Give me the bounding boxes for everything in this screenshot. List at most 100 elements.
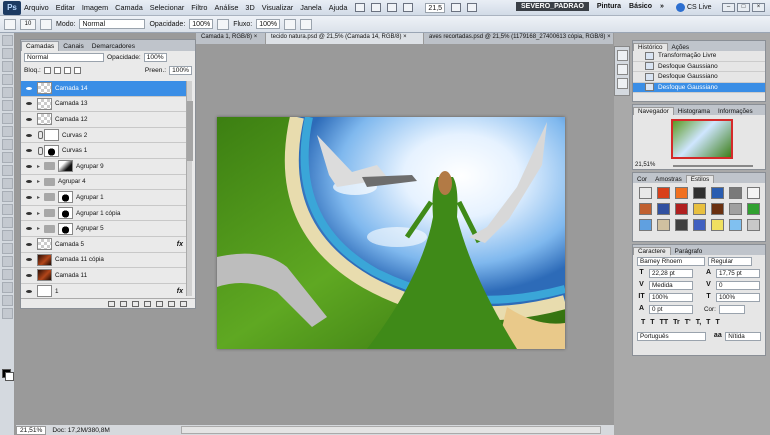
layer-row[interactable]: ▸ Agrupar 9 [21,159,187,175]
layer-style-icon[interactable] [120,300,127,307]
crop-tool-icon[interactable] [2,87,13,98]
tab-navegador[interactable]: Navegador [633,107,674,115]
tab-camadas[interactable]: Camadas [21,41,60,51]
marquee-tool-icon[interactable] [2,48,13,59]
tab-histograma[interactable]: Histograma [674,108,714,115]
menu-janela[interactable]: Janela [300,3,322,12]
language-select[interactable]: Português [637,331,707,341]
tab-caractere[interactable]: Caractere [633,247,671,255]
type-style-button[interactable]: T' [685,319,691,326]
layer-effects-icon[interactable]: fx [177,241,183,248]
layer-row[interactable]: Camada 13 [21,97,187,113]
blend-mode-select[interactable]: Normal [24,53,104,62]
mode-select[interactable]: Normal [79,19,146,29]
style-swatch[interactable] [693,203,706,215]
history-brush-tool-icon[interactable] [2,152,13,163]
layer-scrollbar[interactable] [186,81,193,296]
visibility-eye-icon[interactable] [24,239,34,249]
style-swatch[interactable] [675,203,688,215]
cs-live[interactable]: CS Live [676,3,712,12]
style-swatch[interactable] [639,203,652,215]
font-family-select[interactable]: Barney Rhoem [637,256,705,266]
expand-group-icon[interactable]: ▸ [37,163,44,170]
extras-icon[interactable] [387,3,398,12]
clone-source-icon[interactable] [617,64,628,75]
style-swatch[interactable] [657,203,670,215]
eyedropper-tool-icon[interactable] [2,100,13,111]
horizontal-scrollbar[interactable] [181,426,601,434]
workspace-pintura[interactable]: Pintura [597,3,621,10]
layer-row[interactable]: Camada 11 cópia [21,253,187,269]
navigator-zoom-slider[interactable] [673,165,753,167]
arrange-documents-icon[interactable] [403,3,414,12]
menu-ajuda[interactable]: Ajuda [329,3,348,12]
menu-selecionar[interactable]: Selecionar [150,3,184,12]
visibility-eye-icon[interactable] [24,177,34,187]
status-zoom[interactable]: 21,51% [16,425,47,435]
type-style-button[interactable]: T [650,319,654,326]
move-tool-icon[interactable] [2,35,13,46]
layer-mask-icon[interactable] [132,300,139,307]
brush-preset-icon[interactable]: 10 [20,18,36,30]
style-swatch[interactable] [729,219,742,231]
type-style-button[interactable]: Tr [673,319,680,326]
type-style-button[interactable]: T [715,319,719,326]
text-color-swatch[interactable] [718,304,745,314]
minimize-icon[interactable]: – [722,3,735,12]
menu-visualizar[interactable]: Visualizar [262,3,294,12]
eraser-tool-icon[interactable] [2,165,13,176]
adjustment-layer-icon[interactable] [144,300,151,307]
type-tool-icon[interactable] [2,230,13,241]
fill-field[interactable]: 100% [169,65,192,75]
layer-effects-icon[interactable]: fx [177,288,183,295]
visibility-eye-icon[interactable] [24,224,34,234]
visibility-eye-icon[interactable] [24,208,34,218]
workspace-basico[interactable]: Básico [629,3,652,10]
style-swatch[interactable] [729,203,742,215]
type-style-button[interactable]: TT [660,319,669,326]
visibility-eye-icon[interactable] [24,99,34,109]
type-style-button[interactable]: T, [696,319,701,326]
style-swatch[interactable] [657,187,670,199]
navigator-zoom[interactable]: 21,51% [635,162,655,168]
new-layer-icon[interactable] [168,300,175,307]
style-swatch[interactable] [729,187,742,199]
type-style-button[interactable]: T [641,319,645,326]
style-swatch[interactable] [747,187,760,199]
navigator-preview[interactable] [671,119,733,159]
layer-row[interactable]: ▸ Agrupar 5 [21,221,187,237]
layer-row[interactable]: Camada 12 [21,112,187,128]
tab-paragrafo[interactable]: Parágrafo [671,248,707,255]
visibility-eye-icon[interactable] [24,146,34,156]
menu-camada[interactable]: Camada [115,3,143,12]
layer-row[interactable]: ▸ Agrupar 1 [21,190,187,206]
type-style-button[interactable]: T [706,319,710,326]
menu-editar[interactable]: Editar [56,3,75,12]
3d-orbit-tool-icon[interactable] [2,282,13,293]
visibility-eye-icon[interactable] [24,255,34,265]
lasso-tool-icon[interactable] [2,61,13,72]
lock-pixels-icon[interactable] [53,66,61,74]
quick-select-tool-icon[interactable] [2,74,13,85]
expand-group-icon[interactable]: ▸ [37,210,44,217]
menu-3d[interactable]: 3D [245,3,254,12]
history-item[interactable]: Desfoque Gaussiano [633,72,765,83]
style-swatch[interactable] [711,219,724,231]
3d-rotate-tool-icon[interactable] [2,269,13,280]
style-swatch[interactable] [711,187,724,199]
horizontal-scale-field[interactable]: 100% [716,292,760,302]
shape-tool-icon[interactable] [2,256,13,267]
tab-demarcadores[interactable]: Demarcadores [88,42,139,51]
style-swatch[interactable] [639,187,652,199]
menu-arquivo[interactable]: Arquivo [24,3,49,12]
layer-row[interactable]: 1 fx [21,284,187,300]
clone-stamp-tool-icon[interactable] [2,139,13,150]
tab-acoes[interactable]: Ações [668,44,694,51]
background-color-swatch[interactable] [5,372,14,381]
image-canvas[interactable] [217,117,565,349]
layer-row[interactable]: ▸ Agrupar 1 cópia [21,206,187,222]
tab-historico[interactable]: Histórico [633,43,668,51]
lock-position-icon[interactable] [63,66,71,74]
opacity-field[interactable]: 100% [189,19,214,29]
zoom-level-select[interactable]: 21,5 [425,2,446,13]
